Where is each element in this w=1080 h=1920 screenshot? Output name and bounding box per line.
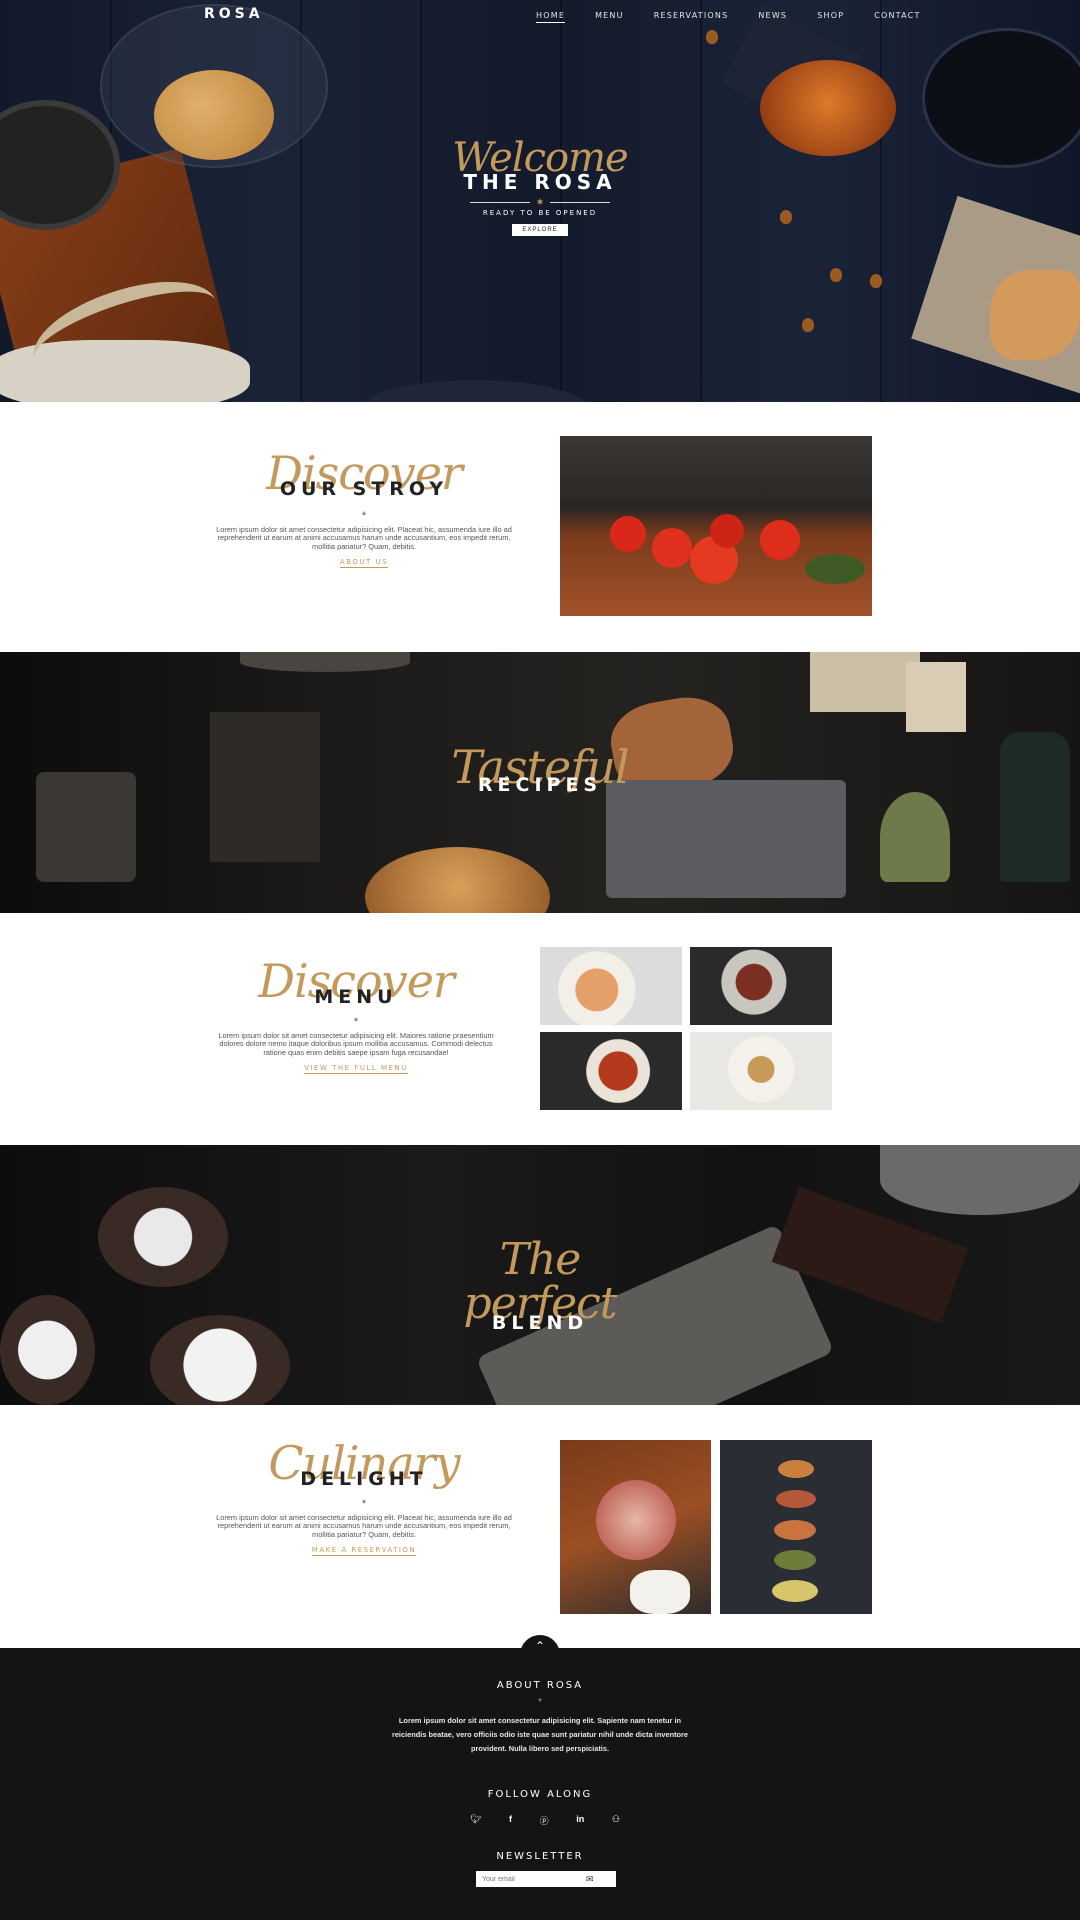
footer-about: ABOUT ROSA * Lorem ipsum dolor sit amet … [390, 1680, 690, 1756]
email-input[interactable] [476, 1872, 586, 1886]
wood-plank-line [420, 0, 422, 402]
acorn [780, 210, 792, 224]
acorn [802, 318, 814, 332]
social-links: 🐦︎ f ⓟ in ⚇ [470, 1814, 620, 1827]
facebook-icon[interactable]: f [509, 1814, 512, 1827]
menu-text: Lorem ipsum dolor sit amet consectetur a… [218, 1031, 494, 1057]
hero-heading: Welcome THE ROSA ✶ READY TO BE OPENED EX… [440, 138, 640, 236]
newsletter-title: NEWSLETTER [496, 1851, 584, 1862]
footer-about-title: ABOUT ROSA [496, 1680, 584, 1691]
teapot [760, 60, 896, 156]
about-us-link[interactable]: ABOUT US [339, 558, 389, 568]
hero-subtitle: READY TO BE OPENED [482, 209, 598, 217]
delight-section: Culinary DELIGHT * Lorem ipsum dolor sit… [210, 1440, 518, 1557]
menu-section: Discover MENU * Lorem ipsum dolor sit am… [210, 958, 502, 1075]
story-text: Lorem ipsum dolor sit amet consectetur a… [216, 525, 512, 551]
footer: ⌃ ABOUT ROSA * Lorem ipsum dolor sit ame… [0, 1635, 1080, 1920]
menu-photo-stew [540, 1032, 682, 1110]
star-icon: * [538, 1697, 542, 1708]
view-full-menu-link[interactable]: VIEW THE FULL MENU [304, 1064, 408, 1074]
star-icon: * [353, 1016, 359, 1028]
story-title: OUR STROY [279, 478, 449, 500]
star-icon: ✶ [536, 197, 544, 207]
acorn [870, 274, 882, 288]
pinterest-icon[interactable]: ⓟ [540, 1814, 549, 1827]
nav-item-news[interactable]: NEWS [758, 11, 787, 23]
menu-photo-dessert [690, 1032, 832, 1110]
star-icon: * [361, 1498, 367, 1510]
make-reservation-link[interactable]: MAKE A RESERVATION [311, 1546, 417, 1556]
hero-divider: ✶ [440, 197, 640, 208]
tripadvisor-icon[interactable]: ⚇ [612, 1814, 620, 1827]
nav-item-home[interactable]: HOME [536, 11, 566, 23]
recipes-heading: Tasteful RECIPES [440, 744, 640, 796]
acorn-bowl [922, 28, 1080, 168]
nav-item-menu[interactable]: MENU [595, 11, 624, 23]
tomato-appetizers-photo [560, 436, 872, 616]
send-icon[interactable]: ✉ [586, 1874, 594, 1885]
wood-plank-line [700, 0, 702, 402]
acorn [830, 268, 842, 282]
hero-title: THE ROSA [463, 170, 617, 194]
nav-links: HOME MENU RESERVATIONS NEWS SHOP CONTACT [536, 11, 951, 23]
newsletter-form: ✉ [476, 1871, 616, 1887]
nav-item-contact[interactable]: CONTACT [874, 11, 920, 23]
scroll-top-button[interactable]: ⌃ [520, 1635, 560, 1661]
blend-heading: The perfect BLEND [440, 1238, 640, 1335]
logo[interactable]: ROSA [204, 6, 264, 22]
hero-section: ROSA HOME MENU RESERVATIONS NEWS SHOP CO… [0, 0, 1080, 402]
menu-title: MENU [314, 986, 398, 1008]
bruschetta-photo [720, 1440, 872, 1614]
nav-item-reservations[interactable]: RESERVATIONS [654, 11, 729, 23]
delight-text: Lorem ipsum dolor sit amet consectetur a… [216, 1513, 512, 1539]
footer-about-text: Lorem ipsum dolor sit amet consectetur a… [391, 1716, 689, 1753]
star-icon: * [361, 510, 367, 522]
menu-photo-steak [690, 947, 832, 1025]
cookie [154, 70, 274, 160]
bottom-plate [360, 380, 590, 402]
explore-button[interactable]: EXPLORE [512, 224, 568, 236]
menu-photo-salad [540, 947, 682, 1025]
top-nav: ROSA HOME MENU RESERVATIONS NEWS SHOP CO… [0, 0, 1080, 32]
twitter-icon[interactable]: 🐦︎ [470, 1814, 481, 1827]
follow-along-title: FOLLOW ALONG [487, 1789, 593, 1800]
bread-slice [990, 270, 1080, 360]
nav-item-shop[interactable]: SHOP [817, 11, 844, 23]
linkedin-icon[interactable]: in [576, 1814, 584, 1827]
delight-title: DELIGHT [300, 1468, 428, 1490]
story-section: Discover OUR STROY * Lorem ipsum dolor s… [210, 450, 518, 569]
acorn [706, 30, 718, 44]
wood-plank-line [880, 0, 882, 402]
chevron-up-icon: ⌃ [534, 1639, 546, 1653]
charcuterie-photo [560, 1440, 711, 1614]
